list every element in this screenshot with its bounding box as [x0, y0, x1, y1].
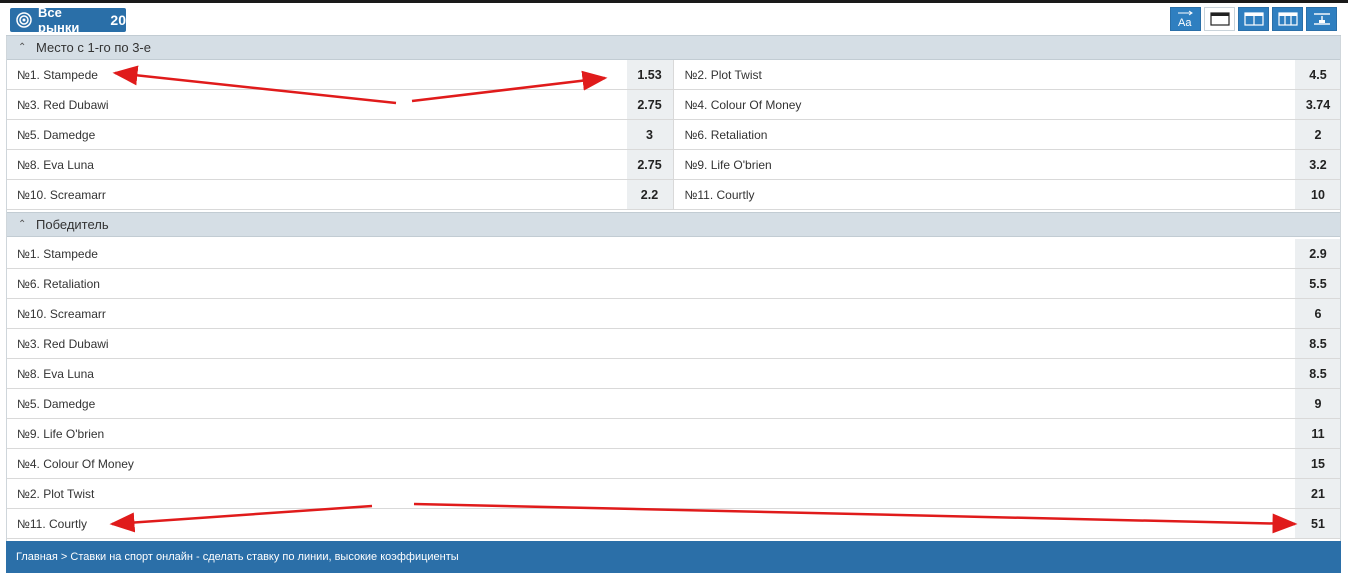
- runner-name: №8. Eva Luna: [17, 157, 94, 172]
- odds-button[interactable]: 10: [1295, 180, 1341, 209]
- table-row: №11. Courtly 51: [6, 509, 1341, 539]
- section-header-place-1-3[interactable]: ⌃ Место с 1-го по 3-е: [6, 35, 1341, 60]
- chevron-up-icon: ⌃: [18, 219, 27, 230]
- three-column-button[interactable]: [1272, 7, 1303, 31]
- odds-button[interactable]: 51: [1295, 509, 1341, 538]
- odds-button[interactable]: 8.5: [1295, 329, 1341, 358]
- runner-name: №1. Stampede: [17, 246, 98, 261]
- runner-name: №10. Screamarr: [17, 306, 106, 321]
- runner-name: №5. Damedge: [17, 127, 96, 142]
- runner-name: №11. Courtly: [684, 187, 755, 202]
- table-row: №3. Red Dubawi 2.75 №4. Colour Of Money …: [6, 90, 1341, 120]
- odds-button[interactable]: 11: [1295, 419, 1341, 448]
- odds-button[interactable]: 3.2: [1295, 150, 1341, 179]
- single-column-icon: [1209, 12, 1230, 26]
- odds-button[interactable]: 4.5: [1295, 60, 1341, 89]
- table-row: №2. Plot Twist 21: [6, 479, 1341, 509]
- odds-button[interactable]: 3.74: [1295, 90, 1341, 119]
- runner-name: №5. Damedge: [17, 396, 96, 411]
- table-row: №1. Stampede 2.9: [6, 239, 1341, 269]
- runner-name: №3. Red Dubawi: [17, 336, 109, 351]
- odds-button[interactable]: 1.53: [626, 60, 673, 89]
- right-border: [1340, 36, 1341, 541]
- two-column-icon: [1243, 12, 1264, 26]
- runner-name: №2. Plot Twist: [17, 486, 95, 501]
- runner-name: №8. Eva Luna: [17, 366, 94, 381]
- footer-breadcrumb[interactable]: Главная > Ставки на спорт онлайн - сдела…: [6, 541, 1341, 573]
- odds-button[interactable]: 2.75: [626, 150, 673, 179]
- odds-button[interactable]: 9: [1295, 389, 1341, 418]
- runner-name: №11. Courtly: [17, 516, 88, 531]
- runner-name: №6. Retaliation: [17, 276, 100, 291]
- runner-name: №4. Colour Of Money: [17, 456, 134, 471]
- single-column-button[interactable]: [1204, 7, 1235, 31]
- runner-name: №3. Red Dubawi: [17, 97, 109, 112]
- svg-text:Aa: Aa: [1178, 17, 1192, 28]
- odds-button[interactable]: 2.9: [1295, 239, 1341, 268]
- odds-button[interactable]: 3: [626, 120, 673, 149]
- odds-button[interactable]: 6: [1295, 299, 1341, 328]
- odds-button[interactable]: 2.75: [626, 90, 673, 119]
- table-row: №8. Eva Luna 2.75 №9. Life O'brien 3.2: [6, 150, 1341, 180]
- runner-name: №1. Stampede: [17, 67, 98, 82]
- table-row: №10. Screamarr 2.2 №11. Courtly 10: [6, 180, 1341, 210]
- collapse-icon: [1313, 13, 1330, 25]
- odds-button[interactable]: 2.2: [626, 180, 673, 209]
- markets-toolbar: Все рынки 20 Aa: [6, 3, 1341, 36]
- runner-name: №9. Life O'brien: [684, 157, 772, 172]
- table-row: №10. Screamarr 6: [6, 299, 1341, 329]
- odds-button[interactable]: 2: [1295, 120, 1341, 149]
- table-row: №5. Damedge 3 №6. Retaliation 2: [6, 120, 1341, 150]
- odds-button[interactable]: 8.5: [1295, 359, 1341, 388]
- section-header-winner[interactable]: ⌃ Победитель: [6, 212, 1341, 237]
- runner-name: №10. Screamarr: [17, 187, 106, 202]
- target-icon: [16, 12, 32, 28]
- place-market-rows: №1. Stampede 1.53 №2. Plot Twist 4.5 №3.…: [6, 60, 1341, 210]
- table-row: №6. Retaliation 5.5: [6, 269, 1341, 299]
- section-title: Победитель: [36, 217, 109, 232]
- section-title: Место с 1-го по 3-е: [36, 40, 151, 55]
- odds-button[interactable]: 15: [1295, 449, 1341, 478]
- two-column-button[interactable]: [1238, 7, 1269, 31]
- runner-name: №2. Plot Twist: [684, 67, 762, 82]
- table-row: №3. Red Dubawi 8.5: [6, 329, 1341, 359]
- all-markets-count: 20: [110, 12, 126, 28]
- three-column-icon: [1277, 12, 1298, 26]
- left-border: [6, 36, 7, 541]
- table-row: №5. Damedge 9: [6, 389, 1341, 419]
- odds-button[interactable]: 21: [1295, 479, 1341, 508]
- runner-name: №6. Retaliation: [684, 127, 768, 142]
- font-size-button[interactable]: Aa: [1170, 7, 1201, 31]
- chevron-up-icon: ⌃: [18, 42, 27, 53]
- winner-market-rows: №1. Stampede 2.9 №6. Retaliation 5.5 №10…: [6, 239, 1341, 539]
- table-row: №1. Stampede 1.53 №2. Plot Twist 4.5: [6, 60, 1341, 90]
- all-markets-label: Все рынки: [38, 5, 80, 35]
- table-row: №9. Life O'brien 11: [6, 419, 1341, 449]
- font-size-icon: Aa: [1177, 10, 1193, 28]
- table-row: №4. Colour Of Money 15: [6, 449, 1341, 479]
- collapse-button[interactable]: [1306, 7, 1337, 31]
- runner-name: №4. Colour Of Money: [684, 97, 802, 112]
- all-markets-button[interactable]: Все рынки 20: [10, 5, 126, 35]
- odds-button[interactable]: 5.5: [1295, 269, 1341, 298]
- table-row: №8. Eva Luna 8.5: [6, 359, 1341, 389]
- view-tools: Aa: [1170, 7, 1337, 31]
- runner-name: №9. Life O'brien: [17, 426, 105, 441]
